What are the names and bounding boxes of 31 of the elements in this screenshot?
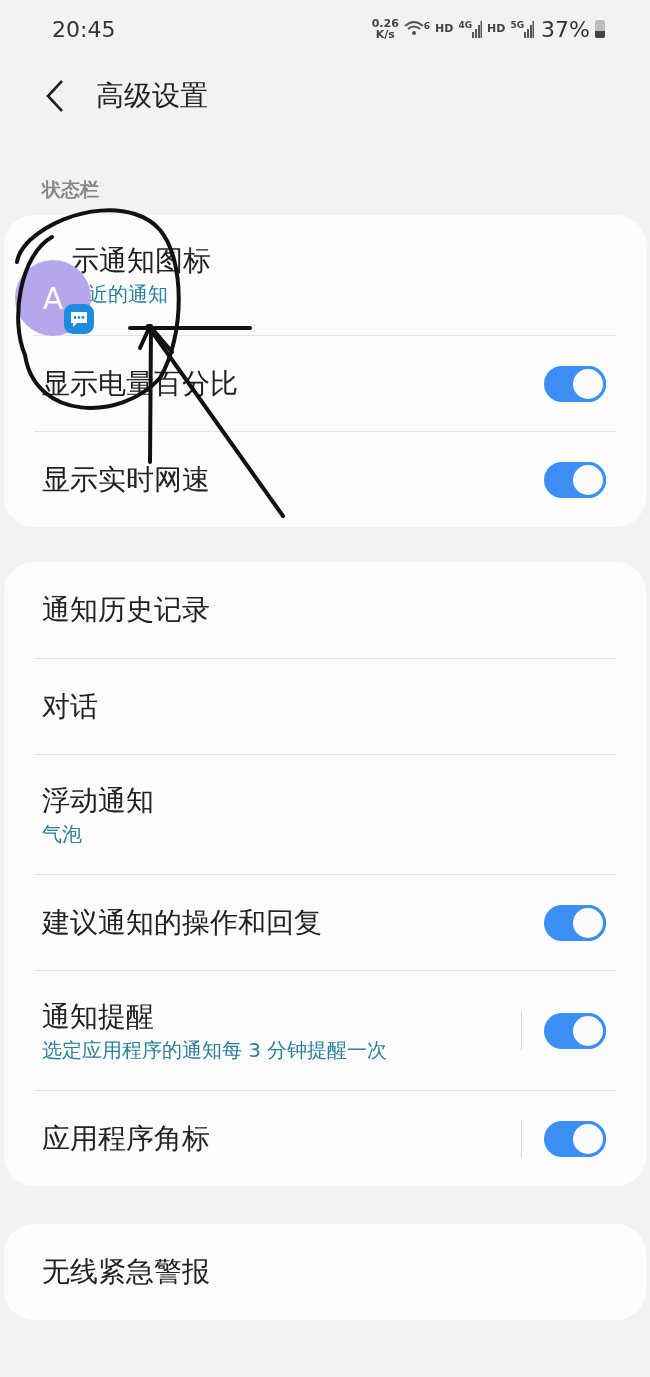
battery-percent: 37% bbox=[541, 15, 590, 44]
row-title: 通知提醒 bbox=[42, 998, 155, 1035]
toggle-switch[interactable] bbox=[544, 1012, 606, 1049]
row-title: 显示实时网速 bbox=[42, 461, 210, 498]
toggle-switch[interactable] bbox=[544, 365, 606, 402]
row-title: 浮动通知 bbox=[42, 782, 154, 819]
battery-icon bbox=[595, 20, 605, 38]
row-title: 无线紧急警报 bbox=[42, 1254, 210, 1290]
hd-label: HD bbox=[487, 20, 506, 37]
net-unit: K/s bbox=[375, 29, 395, 40]
page-title: 高级设置 bbox=[96, 78, 208, 114]
row-title: 应用程序角标 bbox=[42, 1120, 210, 1157]
status-time: 20:45 bbox=[52, 15, 116, 44]
network-type: 5G bbox=[510, 20, 525, 30]
wifi-icon bbox=[403, 20, 424, 38]
section-label: 状态栏 bbox=[40, 177, 100, 202]
signal-icon bbox=[524, 20, 535, 38]
toggle-switch[interactable] bbox=[544, 461, 606, 498]
row-title: 通知历史记录 bbox=[42, 592, 210, 628]
network-type: 4G bbox=[458, 20, 473, 30]
toggle-switch[interactable] bbox=[544, 904, 606, 941]
chat-icon bbox=[64, 304, 94, 334]
hd-label: HD bbox=[435, 20, 454, 37]
row-title: 建议通知的操作和回复 bbox=[42, 904, 322, 941]
row-subtitle: 选定应用程序的通知每 3 分钟提醒一次 bbox=[42, 1036, 388, 1063]
net-speed: 0.26 bbox=[371, 18, 399, 29]
row-subtitle: 气泡 bbox=[42, 820, 83, 847]
row-title: 对话 bbox=[42, 688, 98, 725]
toggle-switch[interactable] bbox=[544, 1120, 606, 1157]
signal-icon bbox=[472, 20, 483, 38]
wifi-number: 6 bbox=[423, 20, 431, 33]
